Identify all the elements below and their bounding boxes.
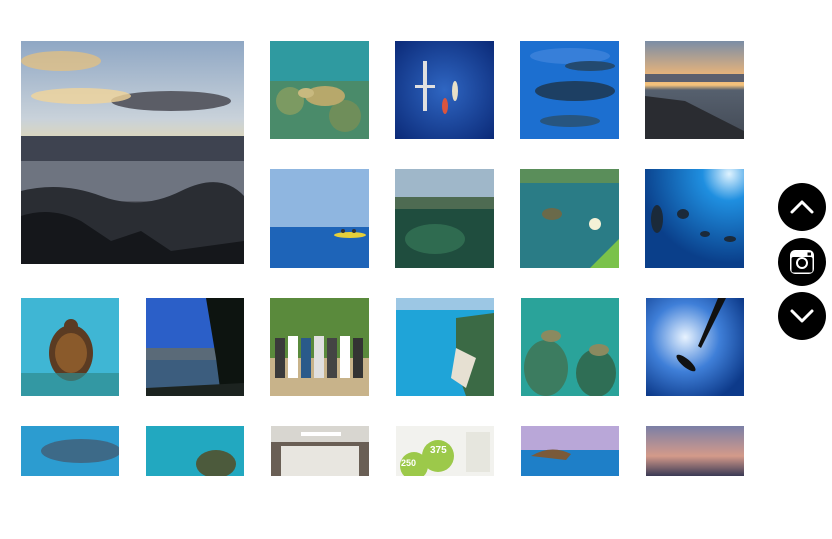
kayakers-horizon-photo (270, 169, 369, 268)
whale-underwater-photo (21, 426, 119, 476)
gallery-tile-turtles-reef[interactable] (521, 298, 619, 396)
split-level-reef-photo (395, 169, 494, 268)
beach-palms-photo (146, 298, 244, 396)
gallery-tile-sea-turtle-reef[interactable] (270, 41, 369, 139)
crater-coast-photo (521, 426, 619, 476)
sea-turtle-reef-photo (270, 41, 369, 139)
turtle-under-kayak-photo (520, 169, 619, 268)
scroll-down-button[interactable] (778, 292, 826, 340)
sunset-jetty-photo (645, 41, 744, 139)
instagram-icon (790, 250, 814, 274)
coastline-aerial-photo (396, 298, 494, 396)
gallery-tile-turtle-closeup[interactable] (21, 298, 119, 396)
gallery-tile-turtle-under-kayak[interactable] (520, 169, 619, 268)
sunset-ocean-rocks-photo (21, 41, 244, 264)
gallery-tile-sunset-jetty[interactable] (645, 41, 744, 139)
gallery-tile-snorkelers-dolphins[interactable] (645, 169, 744, 268)
gallery-tile-humpback-whales[interactable] (520, 41, 619, 139)
photo-gallery: 250 375 (0, 0, 760, 539)
instagram-button[interactable] (778, 238, 826, 286)
gallery-tile-beach-palms[interactable] (146, 298, 244, 396)
gallery-tile-meeting-room[interactable] (271, 426, 369, 476)
gallery-tile-crater-coast[interactable] (521, 426, 619, 476)
gallery-tile-dusk-sky[interactable] (646, 426, 744, 476)
infographic-number-250: 250 (401, 458, 417, 468)
kayaks-aerial-photo (395, 41, 494, 139)
scroll-up-button[interactable] (778, 183, 826, 231)
snorkelers-dolphins-photo (645, 169, 744, 268)
gallery-tile-kayakers-horizon[interactable] (270, 169, 369, 268)
gallery-tile-sunset-ocean-rocks[interactable] (21, 41, 244, 264)
freediver-kayak-photo (646, 298, 744, 396)
dusk-sky-photo (646, 426, 744, 476)
chevron-up-icon (790, 200, 814, 214)
turtle-face-photo (146, 426, 244, 476)
chevron-down-icon (790, 309, 814, 323)
gallery-tile-kayaks-aerial[interactable] (395, 41, 494, 139)
turtle-closeup-photo (21, 298, 119, 396)
group-photo (270, 298, 369, 396)
gallery-tile-whale-underwater[interactable] (21, 426, 119, 476)
gallery-tile-coastline-aerial[interactable] (396, 298, 494, 396)
gallery-tile-infographic-screen[interactable]: 250 375 (396, 426, 494, 476)
gallery-tile-split-level-reef[interactable] (395, 169, 494, 268)
gallery-tile-turtle-face[interactable] (146, 426, 244, 476)
humpback-whales-photo (520, 41, 619, 139)
meeting-room-photo (271, 426, 369, 476)
gallery-tile-group[interactable] (270, 298, 369, 396)
gallery-tile-freediver-kayak[interactable] (646, 298, 744, 396)
turtles-reef-photo (521, 298, 619, 396)
infographic-number-375: 375 (430, 445, 447, 456)
